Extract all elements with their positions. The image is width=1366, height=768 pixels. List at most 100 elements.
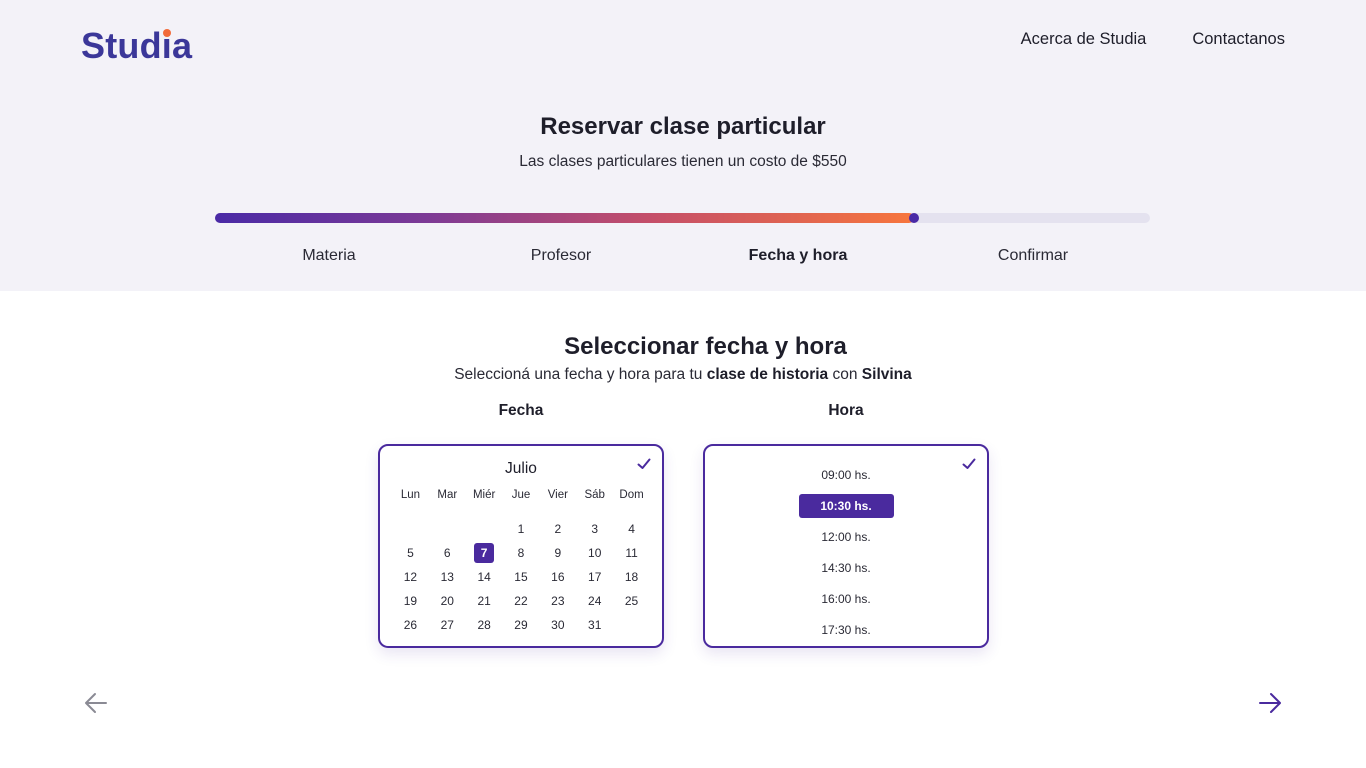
time-slot-selected[interactable]: 10:30 hs. [705, 490, 987, 521]
calendar-day[interactable]: 25 [613, 589, 650, 613]
subtitle-class: clase de historia [706, 366, 829, 383]
calendar-day-number: 21 [477, 594, 491, 608]
subtitle-connector: con [828, 366, 862, 383]
calendar-day[interactable]: 9 [539, 541, 576, 565]
logo-text-start: Stud [81, 25, 162, 66]
calendar-day[interactable]: 30 [539, 613, 576, 637]
calendar-day[interactable]: 16 [539, 565, 576, 589]
logo-text-end: a [171, 25, 193, 66]
arrow-left-icon[interactable] [83, 690, 109, 716]
time-slot-label: 09:00 hs. [821, 467, 871, 482]
calendar-empty-cell [466, 517, 503, 541]
page-title: Reservar clase particular [540, 113, 826, 140]
step-profesor[interactable]: Profesor [531, 245, 591, 267]
calendar-day[interactable]: 28 [466, 613, 503, 637]
calendar-day[interactable]: 21 [466, 589, 503, 613]
time-slot[interactable]: 16:00 hs. [705, 583, 987, 614]
calendar-day-number: 18 [624, 570, 639, 584]
nav-link-contactanos[interactable]: Contactanos [1192, 28, 1285, 50]
calendar-day-number: 16 [551, 570, 565, 584]
calendar-day[interactable]: 31 [576, 613, 613, 637]
calendar-day-number: 4 [628, 522, 635, 536]
time-slot-label: 10:30 hs. [798, 493, 894, 518]
calendar-day[interactable]: 4 [613, 517, 650, 541]
calendar-day[interactable]: 17 [576, 565, 613, 589]
time-slot-label: 14:30 hs. [821, 560, 871, 575]
calendar-day[interactable]: 15 [503, 565, 540, 589]
calendar-empty-cell [429, 517, 466, 541]
calendar-day[interactable]: 19 [392, 589, 429, 613]
time-slot-label: 17:30 hs. [821, 622, 871, 637]
calendar-day-number: 11 [625, 546, 638, 560]
weekday-label: Lun [400, 489, 421, 501]
time-label: Hora [828, 402, 864, 419]
calendar-day-number: 31 [588, 618, 602, 632]
calendar-day[interactable]: 26 [392, 613, 429, 637]
calendar-day[interactable]: 24 [576, 589, 613, 613]
section-subtitle: Seleccioná una fecha y hora para tu clas… [0, 365, 1366, 385]
calendar-day[interactable]: 27 [429, 613, 466, 637]
time-slot[interactable]: 09:00 hs. [705, 459, 987, 490]
subtitle-text: Seleccioná una fecha y hora para tu [454, 366, 707, 383]
calendar-day[interactable]: 6 [429, 541, 466, 565]
calendar-day-selected[interactable]: 7 [466, 541, 503, 565]
page-subtitle: Las clases particulares tienen un costo … [519, 153, 847, 170]
time-slot[interactable]: 17:30 hs. [705, 614, 987, 645]
calendar-day-number: 13 [440, 570, 454, 584]
weekday-label: Sáb [584, 489, 605, 501]
step-fecha-y-hora[interactable]: Fecha y hora [749, 245, 848, 267]
month-label: Julio [505, 460, 537, 477]
calendar-day-number: 8 [517, 546, 525, 560]
calendar-day[interactable]: 10 [576, 541, 613, 565]
weekday-label: Jue [511, 489, 531, 501]
calendar-day-number: 25 [624, 594, 639, 608]
calendar-day-number: 30 [551, 618, 565, 632]
calendar-day[interactable]: 1 [503, 517, 540, 541]
calendar-empty-cell [392, 517, 429, 541]
calendar-day[interactable]: 5 [392, 541, 429, 565]
calendar-day-number: 28 [477, 618, 491, 632]
calendar-day[interactable]: 29 [503, 613, 540, 637]
calendar-day[interactable]: 8 [503, 541, 540, 565]
time-slot[interactable]: 14:30 hs. [705, 552, 987, 583]
step-confirmar[interactable]: Confirmar [998, 245, 1068, 267]
calendar-grid: Lun Mar Miér Jue Vier Sáb Dom 1 2 3 4 5 6 7 8 9 10 11 12 13… [392, 486, 650, 637]
step-materia[interactable]: Materia [302, 245, 355, 267]
logo-i: i [162, 26, 172, 66]
time-picker-card: 09:00 hs. 10:30 hs. 12:00 hs. 14:30 hs. 16:0… [703, 444, 989, 648]
arrow-right-icon[interactable] [1257, 690, 1283, 716]
calendar-day-number: 5 [407, 546, 414, 560]
calendar-day[interactable]: 3 [576, 517, 613, 541]
calendar-day-number: 10 [588, 546, 602, 560]
calendar-day-number: 27 [440, 618, 454, 632]
top-nav: Acerca de Studia Contactanos [1021, 28, 1285, 50]
weekday-label: Miér [472, 489, 496, 501]
calendar-day[interactable]: 11 [613, 541, 650, 565]
date-picker-card: Julio Lun Mar Miér Jue Vier Sáb Dom 1 2 3 4 5 6 7 8 9 10… [378, 444, 664, 648]
progress-knob [909, 213, 920, 223]
logo-accent-dot [162, 29, 171, 37]
studia-logo[interactable]: Studi a [81, 26, 192, 66]
calendar-day[interactable]: 2 [539, 517, 576, 541]
calendar-day-number: 12 [403, 570, 418, 584]
calendar-day-number: 24 [588, 594, 602, 608]
weekday-label: Vier [547, 489, 568, 501]
calendar-day[interactable]: 12 [392, 565, 429, 589]
time-slot[interactable]: 12:00 hs. [705, 521, 987, 552]
calendar-day-number: 6 [443, 546, 451, 560]
calendar-day-number: 1 [517, 522, 525, 536]
calendar-day-number: 15 [514, 570, 528, 584]
calendar-day[interactable]: 18 [613, 565, 650, 589]
calendar-day[interactable]: 23 [539, 589, 576, 613]
time-slot-label: 12:00 hs. [821, 529, 871, 544]
calendar-day[interactable]: 13 [429, 565, 466, 589]
calendar-day-number: 9 [554, 546, 562, 560]
nav-link-acerca[interactable]: Acerca de Studia [1021, 28, 1147, 50]
calendar-day-number: 22 [514, 594, 528, 608]
calendar-day-number: 14 [477, 570, 491, 584]
calendar-day[interactable]: 14 [466, 565, 503, 589]
calendar-day[interactable]: 20 [429, 589, 466, 613]
calendar-day-number: 7 [474, 543, 495, 563]
subtitle-teacher: Silvina [861, 366, 912, 383]
calendar-day[interactable]: 22 [503, 589, 540, 613]
